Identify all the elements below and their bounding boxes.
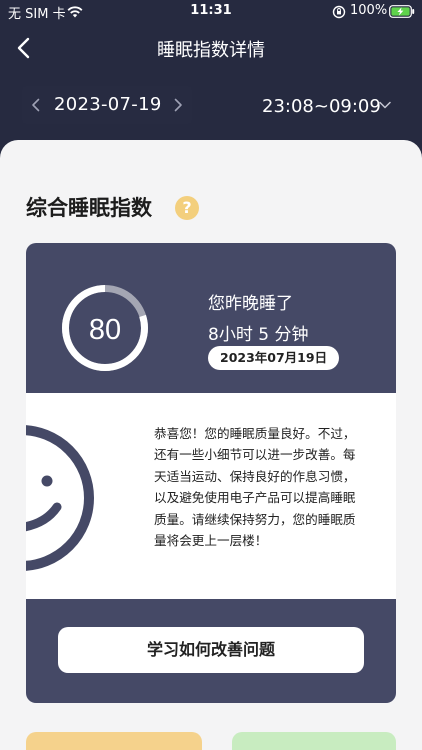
smiley-face-icon [26, 425, 94, 571]
sleep-time-range[interactable]: 23:08~09:09 [262, 96, 381, 117]
advice-panel: 恭喜您！您的睡眠质量良好。不过，还有一些小细节可以进一步改善。每天适当运动、保持… [26, 393, 396, 599]
date-selector-row: 2023-07-19 23:08~09:09 [0, 86, 422, 126]
page-title: 睡眠指数详情 [157, 40, 265, 61]
learn-improve-button[interactable]: 学习如何改善问题 [58, 627, 364, 673]
orientation-lock-icon [332, 5, 346, 19]
sleep-score-card: 80 您昨晚睡了 8小时 5 分钟 2023年07月19日 恭喜您！您的睡眠质量… [26, 243, 396, 703]
content-sheet: 综合睡眠指数 ? 80 您昨晚睡了 8小时 5 分钟 2023年07月19日 恭… [0, 140, 422, 750]
navigation-bar: 睡眠指数详情 [0, 24, 422, 72]
status-bar: 无 SIM 卡 11:31 100% [0, 0, 422, 24]
sleep-headline: 您昨晚睡了 [208, 294, 293, 314]
date-badge: 2023年07月19日 [208, 346, 340, 370]
selected-date[interactable]: 2023-07-19 [54, 94, 162, 115]
battery-percent: 100% [350, 3, 388, 18]
sleep-index-detail-screen: 无 SIM 卡 11:31 100% 睡眠指数详情 2023-07-19 23:… [0, 0, 422, 750]
score-value: 80 [89, 314, 121, 346]
help-question-icon[interactable]: ? [175, 196, 199, 220]
next-card-green [232, 732, 396, 750]
sleep-score-ring: 80 [62, 285, 148, 371]
advice-text: 恭喜您！您的睡眠质量良好。不过，还有一些小细节可以进一步改善。每天适当运动、保持… [154, 426, 356, 549]
date-picker: 2023-07-19 [22, 86, 192, 124]
battery-charging-icon [389, 5, 415, 18]
next-card-yellow [26, 732, 202, 750]
sleep-duration: 8小时 5 分钟 [208, 325, 309, 345]
section-title: 综合睡眠指数 [26, 196, 152, 220]
chevron-down-icon[interactable] [378, 100, 392, 110]
previous-day-chevron-icon[interactable] [28, 97, 44, 113]
next-day-chevron-icon[interactable] [170, 97, 186, 113]
